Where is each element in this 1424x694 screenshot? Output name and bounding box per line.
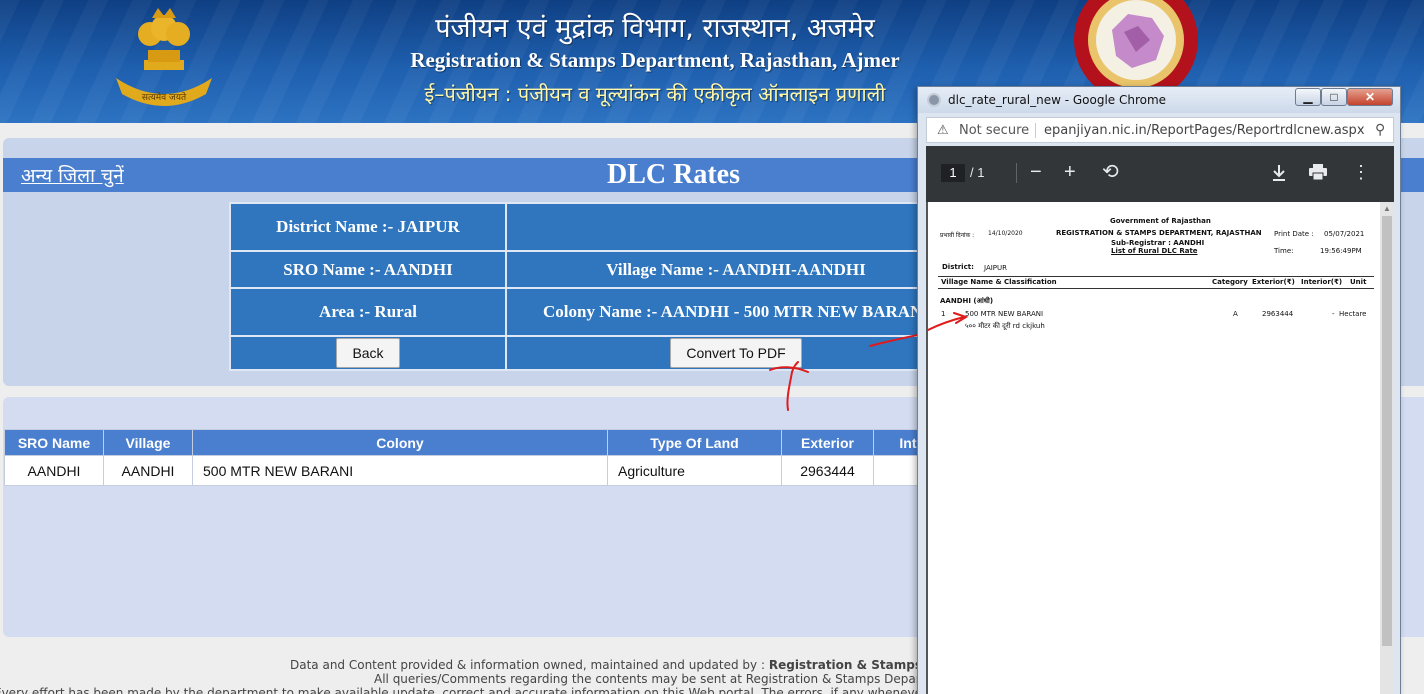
dlc-rate-grid: SRO Name Village Colony Type Of Land Ext… [4,429,974,486]
pdf-page: Government of Rajasthan REGISTRATION & S… [928,202,1380,694]
cell-exterior: 2963444 [781,455,874,486]
district-name: District Name :- JAIPUR [229,202,507,252]
toolbar-separator [1016,163,1017,183]
pdf-scrollbar[interactable]: ▲ [1380,202,1394,694]
rotate-icon[interactable]: ⟲ [1102,160,1119,184]
popup-window-title: dlc_rate_rural_new - Google Chrome [948,93,1167,107]
info-table: District Name :- JAIPUR SRO Name :- AAND… [229,202,967,371]
pdf-annotation-arrow [928,312,969,331]
grid-header-row: SRO Name Village Colony Type Of Land Ext… [4,429,974,456]
footer-line-3: Every effort has been made by the depart… [0,686,1059,694]
footer-owner-prefix: Data and Content provided & information … [290,658,766,672]
col-colony: Colony [192,429,608,456]
page-total: / 1 [970,165,985,180]
cell-village: AANDHI [103,455,193,486]
pdf-cell: Convert To PDF [505,335,967,371]
zoom-out-icon[interactable]: − [1030,160,1042,184]
department-seal-icon [1074,0,1198,90]
pdf-viewer[interactable]: Government of Rajasthan REGISTRATION & S… [926,202,1394,694]
col-sro-name: SRO Name [4,429,104,456]
col-exterior: Exterior [781,429,874,456]
scrollbar-thumb[interactable] [1382,216,1392,646]
maximize-button[interactable]: □ [1321,88,1347,106]
info-empty-cell [505,202,967,252]
back-cell: Back [229,335,507,371]
address-bar[interactable]: ⚠ Not secure epanjiyan.nic.in/ReportPage… [926,117,1394,143]
col-type-of-land: Type Of Land [607,429,782,456]
cell-sro: AANDHI [4,455,104,486]
table-row: AANDHI AANDHI 500 MTR NEW BARANI Agricul… [4,455,974,486]
village-name: Village Name :- AANDHI-AANDHI [505,250,967,289]
other-district-link[interactable]: अन्य जिला चुनें [21,162,124,188]
convert-to-pdf-button[interactable]: Convert To PDF [670,338,802,368]
page-title: DLC Rates [607,159,740,190]
zoom-icon[interactable]: ⚲ [1375,121,1385,138]
close-button[interactable]: ✕ [1347,88,1393,106]
more-icon[interactable]: ⋮ [1352,160,1370,184]
pdf-popup-window[interactable]: dlc_rate_rural_new - Google Chrome ▁ □ ✕… [917,86,1401,694]
chrome-icon [927,93,941,107]
zoom-in-icon[interactable]: + [1064,160,1076,184]
back-button[interactable]: Back [336,338,400,368]
sro-name: SRO Name :- AANDHI [229,250,507,289]
minimize-button[interactable]: ▁ [1295,88,1321,106]
colony-name: Colony Name :- AANDHI - 500 MTR NEW BARA… [505,287,967,337]
address-separator [1035,123,1036,138]
col-village: Village [103,429,193,456]
scroll-up-icon[interactable]: ▲ [1383,204,1391,213]
url-text[interactable]: epanjiyan.nic.in/ReportPages/Reportrdlcn… [1044,123,1365,138]
page-number-input[interactable]: 1 [941,164,965,182]
popup-titlebar[interactable]: dlc_rate_rural_new - Google Chrome ▁ □ ✕ [918,87,1400,113]
cell-colony: 500 MTR NEW BARANI [192,455,608,486]
footer-line-2: All queries/Comments regarding the conte… [374,672,1000,686]
download-icon[interactable] [1272,164,1286,182]
warning-icon: ⚠ [937,122,949,137]
not-secure-label: Not secure [959,123,1030,138]
cell-type-of-land: Agriculture [607,455,782,486]
pdf-toolbar: 1 / 1 − + ⟲ ⋮ [926,146,1394,202]
print-icon[interactable] [1309,164,1327,180]
area-type: Area :- Rural [229,287,507,337]
